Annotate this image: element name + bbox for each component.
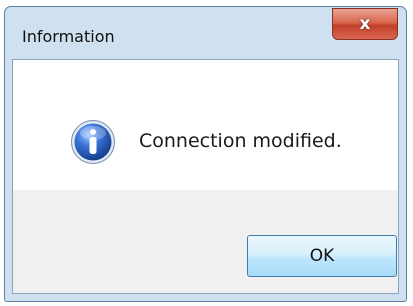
dialog-body: Connection modified. OK: [12, 59, 399, 294]
dialog-window: Information x Connection modified. OK: [4, 6, 407, 302]
title-bar[interactable]: Information x: [5, 7, 406, 59]
window-title: Information: [22, 27, 115, 46]
info-icon: [71, 120, 115, 164]
message-text: Connection modified.: [139, 130, 342, 152]
button-panel: OK: [13, 190, 398, 293]
ok-button[interactable]: OK: [247, 235, 397, 277]
close-icon: x: [359, 14, 371, 34]
message-area: Connection modified.: [13, 60, 398, 190]
close-button[interactable]: x: [332, 8, 398, 40]
